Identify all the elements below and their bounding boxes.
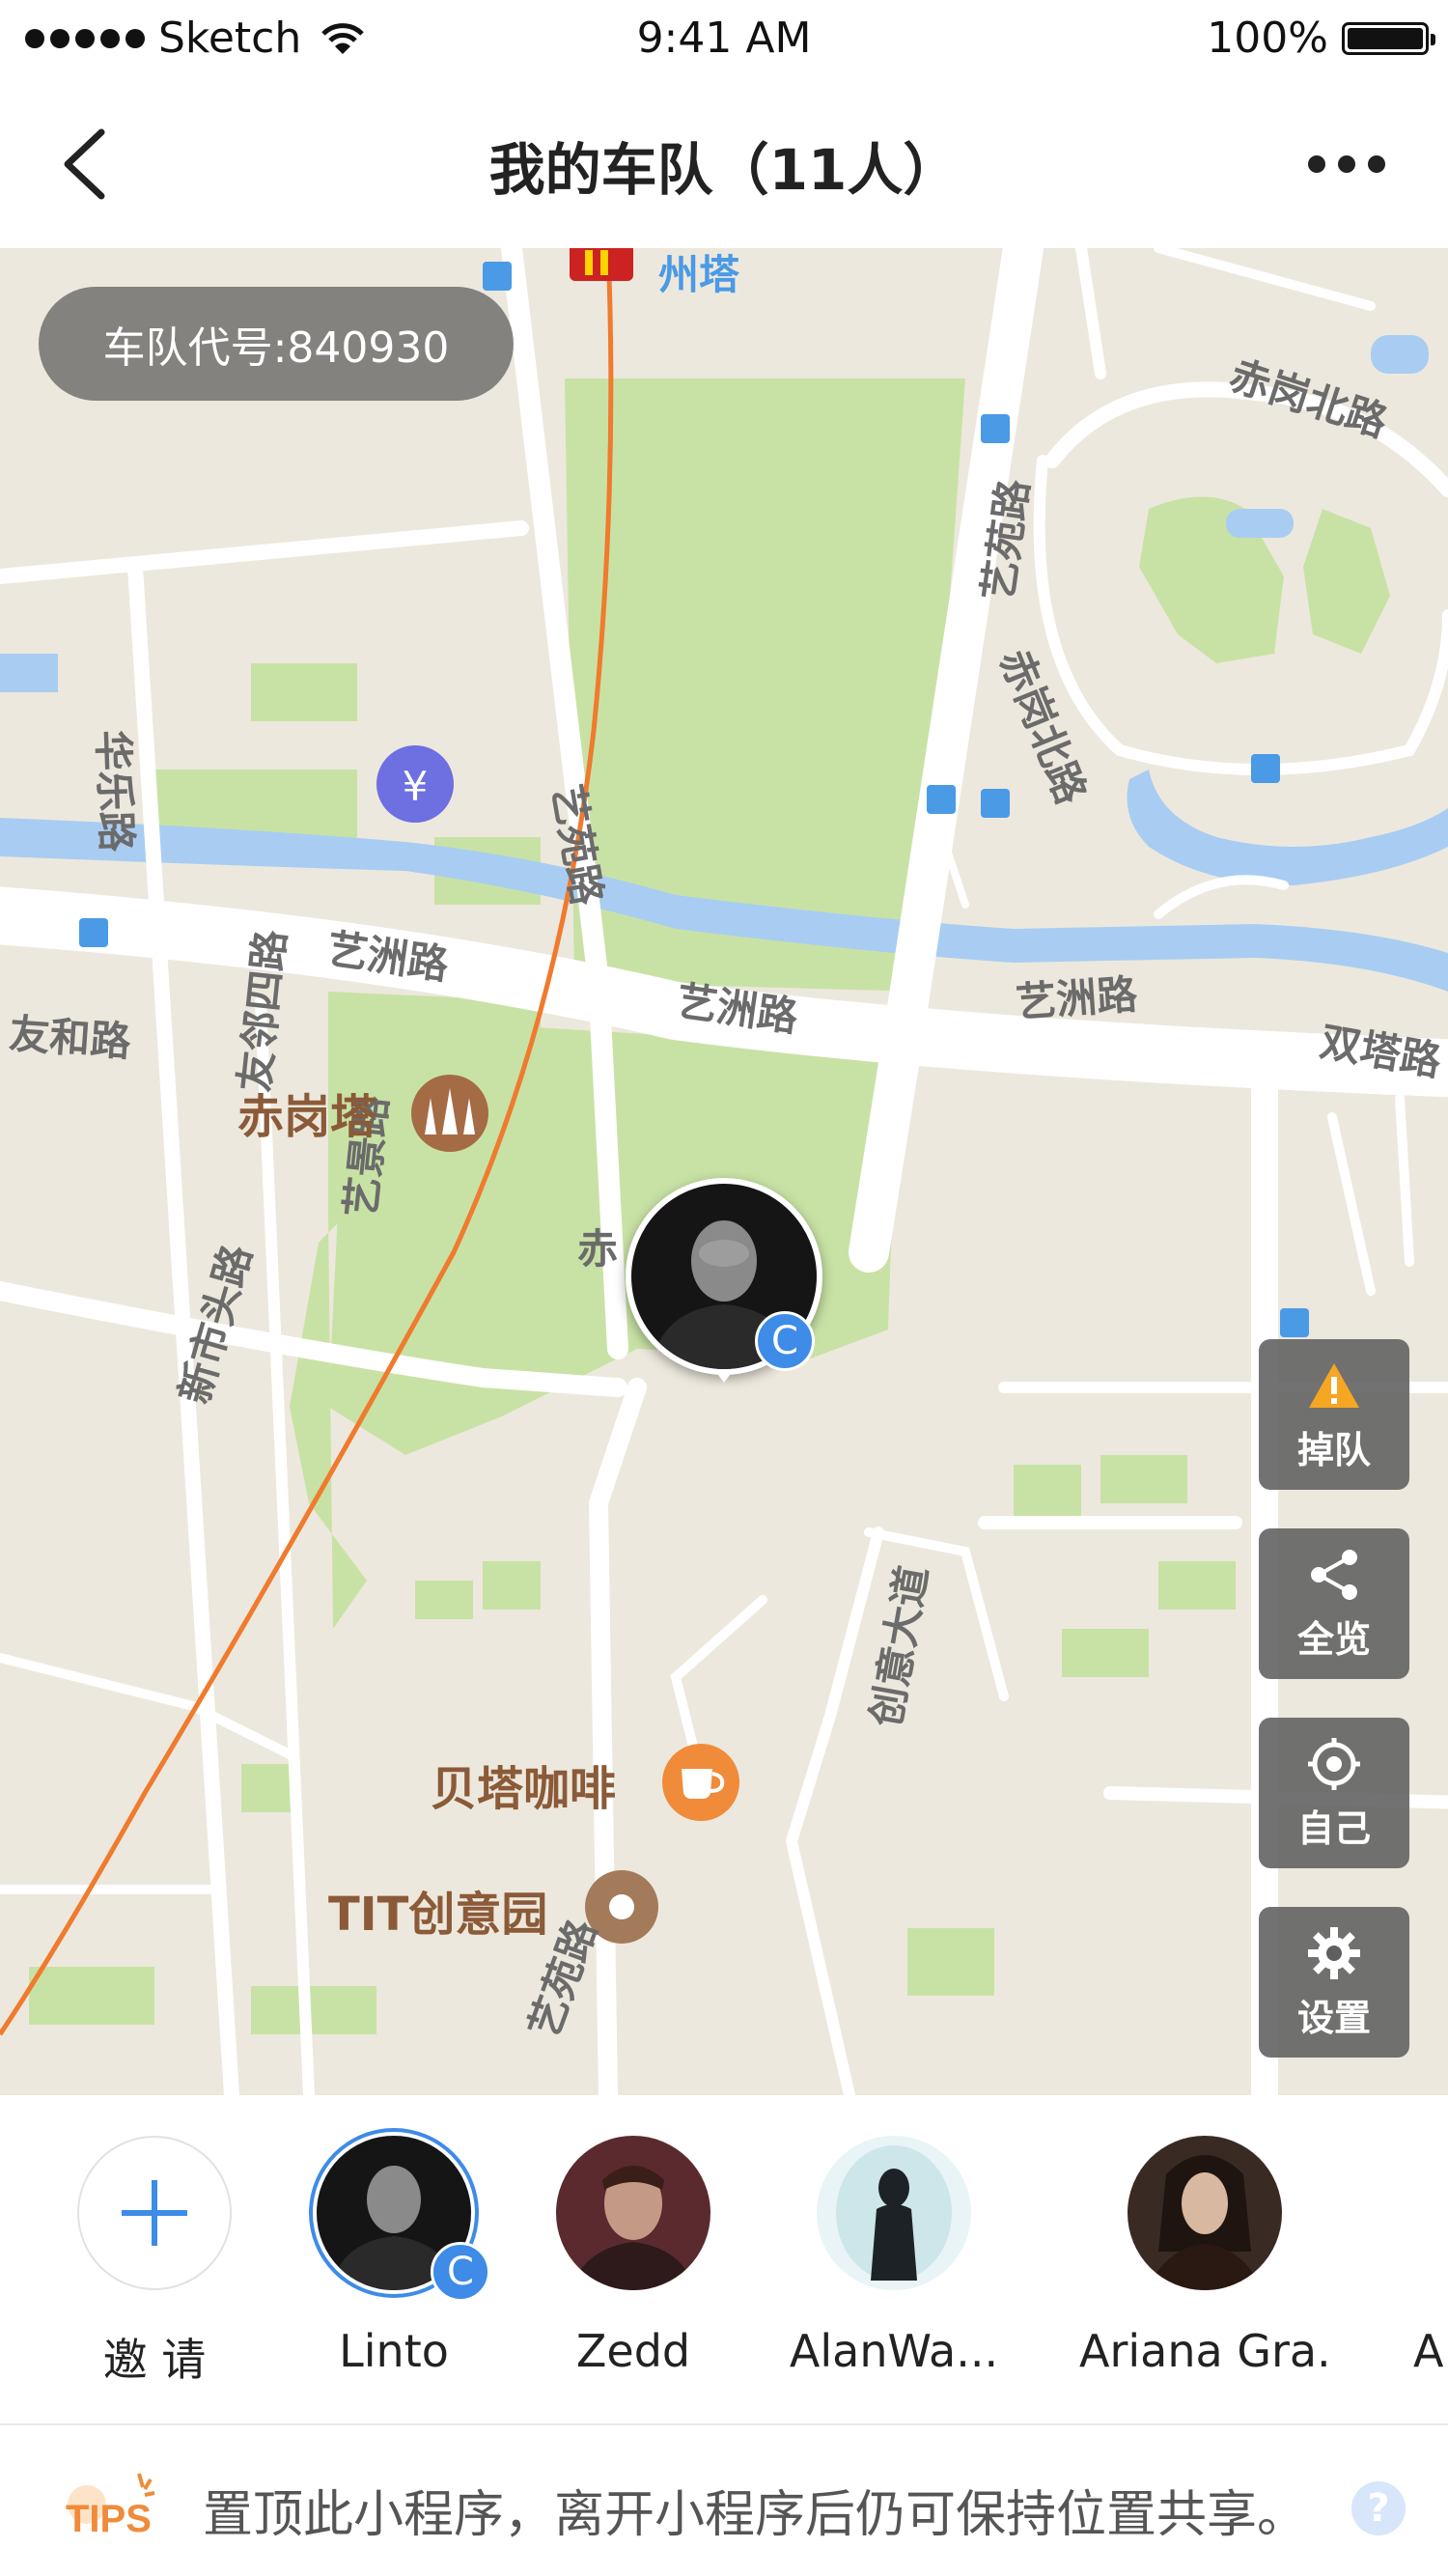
tips-bar[interactable]: TIPS 置顶此小程序，离开小程序后仍可保持位置共享。 ? — [0, 2425, 1448, 2576]
more-button[interactable] — [1294, 135, 1400, 193]
street-label: 赤 — [577, 1225, 619, 1273]
warning-icon — [1305, 1357, 1363, 1414]
member-strip[interactable]: 邀 请 C Linto Zedd AlanWa... Ariana Gra. A — [0, 2095, 1448, 2425]
side-button-label: 全览 — [1296, 1617, 1371, 1661]
page-title: 我的车队（11人） — [488, 137, 960, 203]
plus-icon — [77, 2136, 232, 2290]
side-button-label: 自己 — [1296, 1806, 1371, 1850]
status-bar: Sketch 9:41 AM 100% — [0, 0, 1448, 82]
nav-bar: 我的车队（11人） — [0, 82, 1448, 248]
locate-icon — [1305, 1735, 1363, 1793]
settings-button[interactable]: 设置 — [1259, 1907, 1409, 2058]
street-label: 华乐路 — [89, 729, 141, 853]
tips-text: 置顶此小程序，离开小程序后仍可保持位置共享。 — [203, 2486, 1308, 2544]
tips-logo: TIPS — [58, 2468, 164, 2545]
member-name: AlanWa... — [789, 2325, 999, 2377]
invite-button[interactable]: 邀 请 — [29, 2134, 280, 2389]
side-button-label: 掉队 — [1296, 1428, 1371, 1471]
share-nodes-icon — [1305, 1546, 1363, 1604]
member-item[interactable]: Zedd — [508, 2134, 759, 2377]
locate-self-button[interactable]: 自己 — [1259, 1718, 1409, 1868]
gear-icon — [1305, 1924, 1363, 1982]
member-map-marker[interactable]: C — [626, 1178, 822, 1386]
member-item[interactable]: A — [1413, 2134, 1448, 2377]
map-canvas: ¥ — [0, 248, 1448, 2095]
member-item[interactable]: Ariana Gra... — [1079, 2134, 1330, 2377]
street-label: 友和路 — [7, 1009, 133, 1066]
avatar — [817, 2136, 971, 2290]
captain-badge: C — [755, 1311, 815, 1371]
member-name: Ariana Gra... — [1079, 2325, 1330, 2377]
poi-label: 赤岗塔 — [237, 1090, 377, 1144]
status-right: 100% — [1207, 14, 1435, 63]
battery-percent: 100% — [1207, 14, 1328, 63]
tips-logo-text: TIPS — [66, 2498, 152, 2540]
member-item[interactable]: C Linto — [268, 2134, 519, 2377]
street-label: 艺洲路 — [1014, 970, 1139, 1026]
battery-icon — [1342, 21, 1435, 55]
poi-label: 贝塔咖啡 — [431, 1762, 617, 1816]
member-name: Zedd — [575, 2325, 691, 2377]
member-item[interactable]: AlanWa... — [768, 2134, 1019, 2377]
svg-text:¥: ¥ — [403, 763, 429, 810]
help-icon[interactable]: ? — [1351, 2481, 1406, 2535]
map-view[interactable]: ¥ 州塔 赤岗北路 艺苑路 赤岗北路 华乐路 艺苑路 艺洲路 艺洲路 艺洲路 双… — [0, 248, 1448, 2095]
captain-badge: C — [431, 2242, 490, 2302]
side-button-label: 设置 — [1296, 1996, 1371, 2039]
invite-label: 邀 请 — [102, 2334, 207, 2386]
member-name: Linto — [339, 2325, 449, 2377]
fleet-code-badge: 车队代号:840930 — [39, 287, 514, 401]
poi-label: TIT创意园 — [328, 1888, 548, 1942]
member-name: A — [1413, 2325, 1444, 2377]
street-label: 州塔 — [658, 251, 740, 298]
dropped-behind-button[interactable]: 掉队 — [1259, 1339, 1409, 1490]
avatar — [556, 2136, 710, 2290]
avatar — [1128, 2136, 1282, 2290]
overview-button[interactable]: 全览 — [1259, 1528, 1409, 1679]
more-dots-icon — [1308, 155, 1325, 173]
